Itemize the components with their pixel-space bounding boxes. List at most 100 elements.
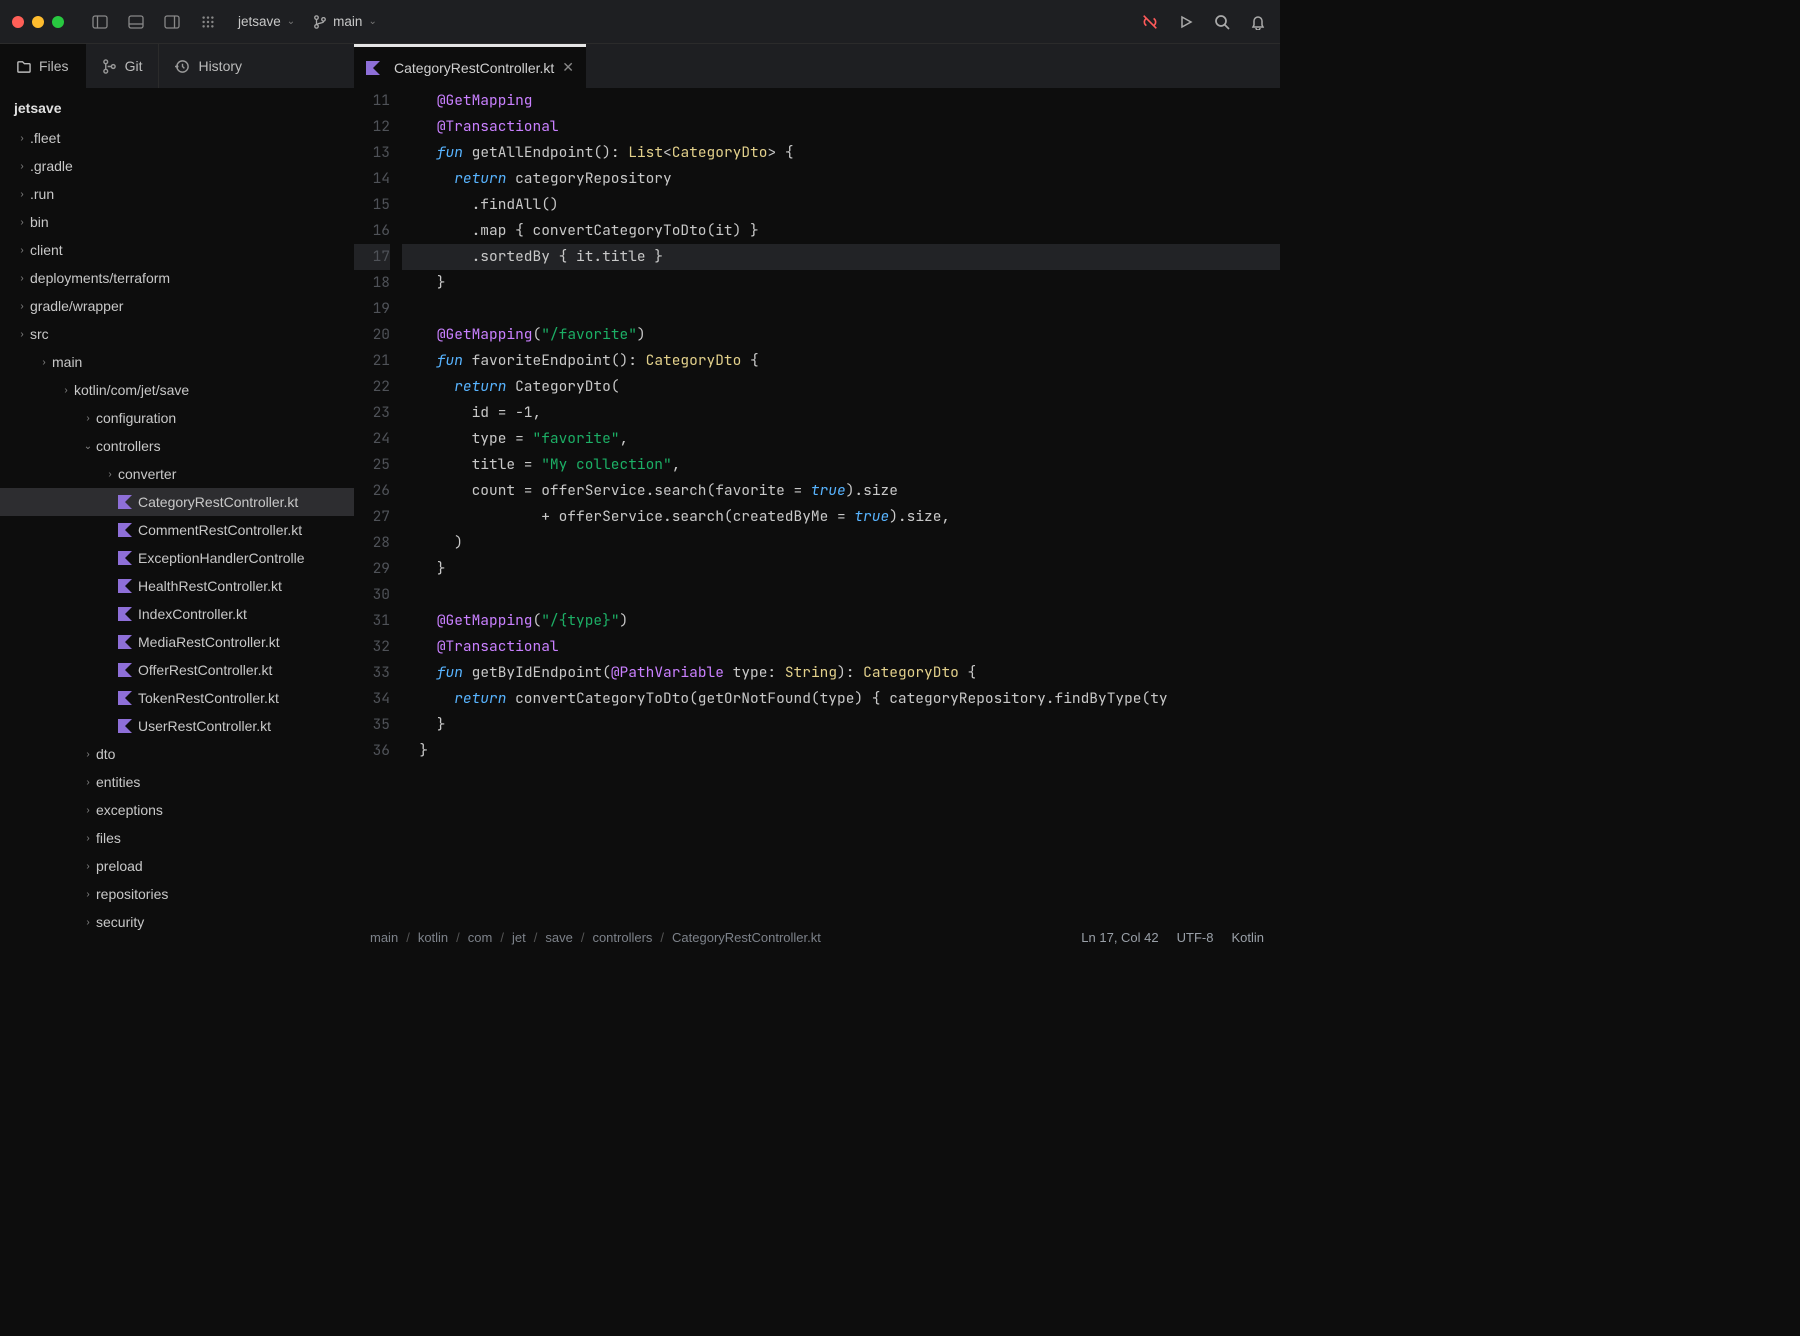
tree-item[interactable]: ›main [0,348,354,376]
tree-item[interactable]: ›preload [0,852,354,880]
code-line[interactable]: ) [402,530,1280,556]
code-line[interactable]: return categoryRepository [402,166,1280,192]
tree-item[interactable]: ⌄controllers [0,432,354,460]
tree-item-label: MediaRestController.kt [138,634,280,650]
code-line[interactable]: fun getAllEndpoint(): List<CategoryDto> … [402,140,1280,166]
code-line[interactable]: .sortedBy { it.title } [402,244,1280,270]
tree-item[interactable]: ›src [0,320,354,348]
tree-item[interactable]: ›deployments/terraform [0,264,354,292]
tree-item-label: main [52,354,82,370]
tree-item-label: HealthRestController.kt [138,578,282,594]
tree-item[interactable]: ›client [0,236,354,264]
code-line[interactable]: @GetMapping("/{type}") [402,608,1280,634]
panel-left-icon[interactable] [82,8,118,36]
code-line[interactable]: id = -1, [402,400,1280,426]
tree-item-label: CommentRestController.kt [138,522,302,538]
tree-item[interactable]: MediaRestController.kt [0,628,354,656]
code-line[interactable]: } [402,270,1280,296]
code-line[interactable]: } [402,712,1280,738]
code-line[interactable]: title = "My collection", [402,452,1280,478]
encoding[interactable]: UTF-8 [1177,930,1214,945]
tree-item[interactable]: CommentRestController.kt [0,516,354,544]
files-tab[interactable]: Files [0,44,86,88]
close-tab-icon[interactable]: ✕ [562,59,574,76]
tree-item[interactable]: ›configuration [0,404,354,432]
cursor-position[interactable]: Ln 17, Col 42 [1081,930,1158,945]
tree-item-label: files [96,830,121,846]
tree-item[interactable]: ›repositories [0,880,354,908]
code-line[interactable]: fun favoriteEndpoint(): CategoryDto { [402,348,1280,374]
tree-item[interactable]: ›.run [0,180,354,208]
maximize-window[interactable] [52,16,64,28]
files-tab-label: Files [39,58,69,74]
breadcrumb-segment[interactable]: save [545,930,572,945]
tree-item[interactable]: ›security [0,908,354,936]
tree-item[interactable]: ›exceptions [0,796,354,824]
code-line[interactable]: @Transactional [402,114,1280,140]
tree-item[interactable]: IndexController.kt [0,600,354,628]
project-selector[interactable]: jetsave ⌄ [238,14,295,29]
tree-item[interactable]: ExceptionHandlerControlle [0,544,354,572]
code-line[interactable]: return CategoryDto( [402,374,1280,400]
editor-tab-active[interactable]: CategoryRestController.kt ✕ [354,44,586,88]
code-line[interactable]: .map { convertCategoryToDto(it) } [402,218,1280,244]
close-window[interactable] [12,16,24,28]
tree-item[interactable]: UserRestController.kt [0,712,354,740]
code-content[interactable]: @GetMapping @Transactional fun getAllEnd… [402,88,1280,952]
language[interactable]: Kotlin [1231,930,1264,945]
tree-item-label: UserRestController.kt [138,718,271,734]
tree-item[interactable]: ›.fleet [0,124,354,152]
breadcrumb[interactable]: main/kotlin/com/jet/save/controllers/Cat… [370,930,821,945]
breadcrumb-segment[interactable]: CategoryRestController.kt [672,930,821,945]
breadcrumb-segment[interactable]: controllers [592,930,652,945]
search-icon[interactable] [1212,12,1232,32]
tree-item[interactable]: OfferRestController.kt [0,656,354,684]
tree-item-label: repositories [96,886,168,902]
git-tab[interactable]: Git [86,44,160,88]
editor: 1112131415161718192021222324252627282930… [354,88,1280,952]
tree-item[interactable]: ›.gradle [0,152,354,180]
tree-item[interactable]: ›entities [0,768,354,796]
chevron-right-icon: › [36,354,52,370]
connection-icon[interactable] [1140,12,1160,32]
run-icon[interactable] [1176,12,1196,32]
code-line[interactable]: @Transactional [402,634,1280,660]
breadcrumb-segment[interactable]: kotlin [418,930,448,945]
tree-item[interactable]: ›bin [0,208,354,236]
tree-item[interactable]: ›files [0,824,354,852]
tree-item[interactable]: TokenRestController.kt [0,684,354,712]
tree-item[interactable]: ›dto [0,740,354,768]
code-line[interactable] [402,296,1280,322]
code-editor[interactable]: 1112131415161718192021222324252627282930… [354,88,1280,952]
code-line[interactable]: fun getByIdEndpoint(@PathVariable type: … [402,660,1280,686]
code-line[interactable]: @GetMapping [402,88,1280,114]
minimize-window[interactable] [32,16,44,28]
code-line[interactable]: } [402,738,1280,764]
tree-item[interactable]: CategoryRestController.kt [0,488,354,516]
tree-item[interactable]: ›gradle/wrapper [0,292,354,320]
chevron-right-icon: › [80,830,96,846]
code-line[interactable]: + offerService.search(createdByMe = true… [402,504,1280,530]
code-line[interactable]: return convertCategoryToDto(getOrNotFoun… [402,686,1280,712]
notifications-icon[interactable] [1248,12,1268,32]
tree-item[interactable]: ›kotlin/com/jet/save [0,376,354,404]
history-tab[interactable]: History [159,44,354,88]
panel-bottom-icon[interactable] [118,8,154,36]
breadcrumb-segment[interactable]: main [370,930,398,945]
code-line[interactable]: type = "favorite", [402,426,1280,452]
tree-item[interactable]: ›converter [0,460,354,488]
breadcrumb-segment[interactable]: jet [512,930,526,945]
code-line[interactable]: @GetMapping("/favorite") [402,322,1280,348]
panel-right-icon[interactable] [154,8,190,36]
code-line[interactable]: .findAll() [402,192,1280,218]
apps-icon[interactable] [190,8,226,36]
code-line[interactable]: } [402,556,1280,582]
chevron-right-icon: › [80,858,96,874]
project-root[interactable]: jetsave [0,92,354,124]
code-line[interactable]: count = offerService.search(favorite = t… [402,478,1280,504]
tree-item-label: preload [96,858,143,874]
tree-item[interactable]: HealthRestController.kt [0,572,354,600]
code-line[interactable] [402,582,1280,608]
branch-selector[interactable]: main ⌄ [313,14,377,29]
breadcrumb-segment[interactable]: com [468,930,493,945]
